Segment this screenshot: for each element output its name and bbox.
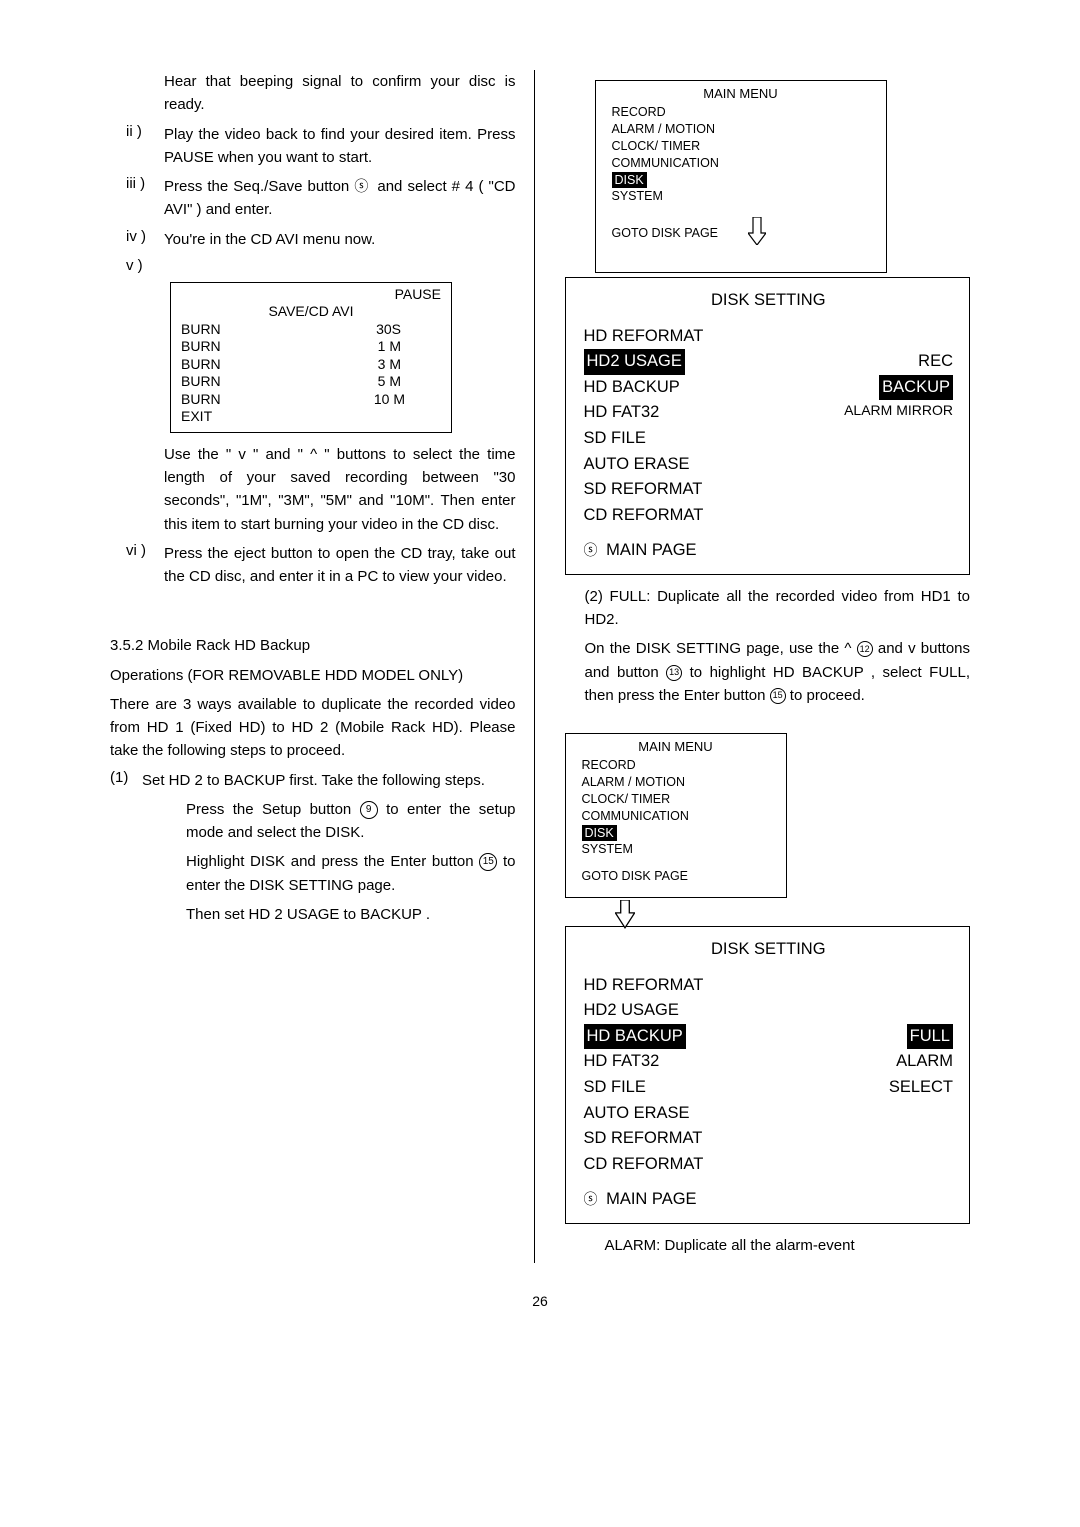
section-heading: 3.5.2 Mobile Rack HD Backup [110, 634, 516, 657]
body-text: Press the Seq./Save button ⓢ and select … [164, 175, 516, 222]
menu-item: SYSTEM [612, 188, 870, 205]
main-page-footer: MAIN PAGE [606, 541, 696, 559]
burn-row: BURN5 M [181, 373, 441, 391]
burn-row: BURN1 M [181, 338, 441, 356]
eye-icon: ⓢ [584, 1189, 598, 1211]
right-column: MAIN MENU RECORD ALARM / MOTION CLOCK/ T… [565, 70, 971, 1263]
roman-num: iv ) [126, 228, 164, 257]
disk-row-label: HD2 USAGE [584, 998, 954, 1024]
main-page-footer: MAIN PAGE [606, 1190, 696, 1208]
menu-item: ALARM / MOTION [582, 774, 770, 791]
menu-item: COMMUNICATION [612, 155, 870, 172]
menu-item: CLOCK/ TIMER [612, 138, 870, 155]
menu-item: ALARM / MOTION [612, 121, 870, 138]
disk-row-label-selected: HD2 USAGE [584, 349, 685, 375]
disk-row-value: ALARM [896, 1049, 953, 1075]
left-column: Hear that beeping signal to confirm your… [110, 70, 535, 1263]
roman-num: ii ) [126, 123, 164, 176]
seq-save-icon: ⓢ [354, 176, 368, 198]
main-menu-title: MAIN MENU [596, 81, 886, 104]
disk-row-label: HD FAT32 [584, 400, 845, 426]
arrow-down-icon [615, 900, 635, 922]
disk-row-value: SELECT [889, 1075, 953, 1101]
arrow-down-icon [748, 217, 766, 250]
disk-row-value: REC [918, 349, 953, 375]
section-subheading: Operations (FOR REMOVABLE HDD MODEL ONLY… [110, 664, 516, 687]
disk-row-value-selected: FULL [907, 1024, 953, 1050]
disk-row-label: SD REFORMAT [584, 1126, 954, 1152]
cd-avi-menu-box: PAUSE SAVE/CD AVI BURN30S BURN1 M BURN3 … [170, 282, 452, 433]
up-button-icon: 12 [857, 641, 873, 657]
disk-row-label: CD REFORMAT [584, 1152, 954, 1178]
disk-row-value-selected: BACKUP [879, 375, 953, 401]
body-text: Press the eject button to open the CD tr… [164, 542, 516, 589]
disk-setting-panel-1: DISK SETTING HD REFORMAT HD2 USAGE REC HD… [565, 277, 971, 575]
goto-disk-page: GOTO DISK PAGE [582, 868, 770, 885]
disk-row-label: SD REFORMAT [584, 477, 954, 503]
menu-item: CLOCK/ TIMER [582, 791, 770, 808]
item-iii: iii ) Press the Seq./Save button ⓢ and s… [126, 175, 516, 228]
burn-row: BURN10 M [181, 391, 441, 409]
save-cd-avi-label: SAVE/CD AVI [181, 303, 441, 321]
menu-item: SYSTEM [582, 841, 770, 858]
section-intro: There are 3 ways available to duplicate … [110, 693, 516, 763]
roman-num: vi ) [126, 542, 164, 595]
disk-setting-title: DISK SETTING [584, 288, 954, 314]
menu-item: COMMUNICATION [582, 808, 770, 825]
item-ii: ii ) Play the video back to find your de… [126, 123, 516, 176]
main-menu-frame: MAIN MENU RECORD ALARM / MOTION CLOCK/ T… [595, 80, 887, 273]
item-vi: vi ) Press the eject button to open the … [126, 542, 516, 595]
page-number: 26 [110, 1293, 970, 1309]
item-v: v ) [126, 257, 516, 274]
body-text: Play the video back to find your desired… [164, 123, 516, 170]
main-menu-title: MAIN MENU [566, 734, 786, 757]
para-full: (2) FULL: Duplicate all the recorded vid… [585, 585, 971, 632]
disk-row-label: HD FAT32 [584, 1049, 897, 1075]
pause-label: PAUSE [395, 286, 441, 304]
menu-item-selected: DISK [582, 825, 617, 842]
para-full-instructions: On the DISK SETTING page, use the ^ 12 a… [585, 637, 971, 707]
goto-disk-page: GOTO DISK PAGE [612, 225, 719, 242]
roman-num: iii ) [126, 175, 164, 228]
disk-row-label-selected: HD BACKUP [584, 1024, 686, 1050]
disk-row-label: AUTO ERASE [584, 1101, 954, 1127]
substep: Highlight DISK and press the Enter butto… [186, 850, 516, 897]
menu-item-selected: DISK [612, 172, 647, 189]
intro-text: Hear that beeping signal to confirm your… [110, 70, 516, 117]
item-iv: iv ) You're in the CD AVI menu now. [126, 228, 516, 257]
disk-row-label: HD REFORMAT [584, 973, 954, 999]
main-menu-frame-2: MAIN MENU RECORD ALARM / MOTION CLOCK/ T… [565, 733, 787, 898]
alarm-tail: ALARM: Duplicate all the alarm-event [565, 1234, 971, 1257]
disk-row-label: HD REFORMAT [584, 324, 954, 350]
exit-label: EXIT [181, 408, 441, 426]
enter-button-icon: 15 [479, 853, 497, 871]
disk-row-label: AUTO ERASE [584, 452, 954, 478]
disk-row-label: SD FILE [584, 426, 954, 452]
body-text: You're in the CD AVI menu now. [164, 228, 516, 251]
eye-icon: ⓢ [584, 540, 598, 562]
disk-row-label: HD BACKUP [584, 375, 880, 401]
setup-button-icon: 9 [360, 801, 378, 819]
burn-row: BURN30S [181, 321, 441, 339]
disk-row-label: CD REFORMAT [584, 503, 954, 529]
step-num: (1) [110, 769, 142, 798]
disk-row-label: SD FILE [584, 1075, 889, 1101]
burn-row: BURN3 M [181, 356, 441, 374]
disk-row-value: ALARM MIRROR [844, 400, 953, 426]
v-body-text: Use the " v " and " ^ " buttons to selec… [110, 443, 516, 536]
menu-item: RECORD [582, 757, 770, 774]
substep: Press the Setup button 9 to enter the se… [186, 798, 516, 845]
enter-button-icon: 15 [770, 688, 786, 704]
disk-setting-title: DISK SETTING [584, 937, 954, 963]
down-button-icon: 13 [666, 665, 682, 681]
substep: Then set HD 2 USAGE to BACKUP . [186, 903, 516, 926]
step1-text: Set HD 2 to BACKUP first. Take the follo… [142, 769, 516, 792]
menu-item: RECORD [612, 104, 870, 121]
roman-num: v ) [126, 257, 164, 274]
disk-setting-panel-2: DISK SETTING HD REFORMAT HD2 USAGE HD BA… [565, 926, 971, 1224]
